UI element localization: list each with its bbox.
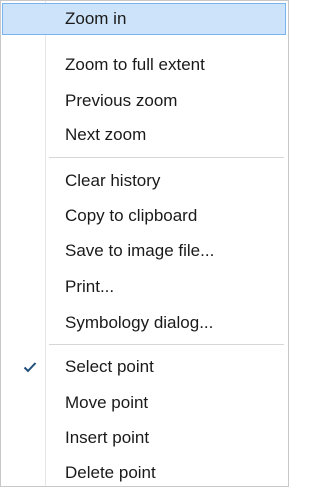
menu-item-label: Clear history [65, 171, 161, 190]
menu-item-label: Select point [65, 357, 154, 376]
menu-item-copy-to-clipboard[interactable]: Copy to clipboard [2, 200, 286, 232]
menu-item-label: Symbology dialog... [65, 313, 214, 332]
menu-item-label: Insert point [65, 428, 150, 447]
menu-item-label: Next zoom [65, 125, 147, 144]
menu-separator [49, 344, 284, 345]
menu-item-clear-history[interactable]: Clear history [2, 165, 286, 197]
menu-item-label: Save to image file... [65, 241, 215, 260]
menu-item-move-point[interactable]: Move point [2, 387, 286, 419]
menu-item-insert-point[interactable]: Insert point [2, 422, 286, 454]
menu-item-delete-point[interactable]: Delete point [2, 457, 286, 489]
menu-item-zoom-to-full-extent[interactable]: Zoom to full extent [2, 49, 286, 81]
menu-item-label: Delete point [65, 463, 156, 482]
context-menu: Zoom in Zoom to full extent Previous zoo… [0, 0, 289, 487]
menu-item-select-point[interactable]: Select point [2, 351, 286, 383]
menu-item-label: Zoom in [65, 9, 127, 28]
menu-item-zoom-in[interactable]: Zoom in [2, 3, 286, 35]
menu-item-symbology-dialog[interactable]: Symbology dialog... [2, 307, 286, 339]
menu-item-next-zoom[interactable]: Next zoom [2, 119, 286, 151]
menu-item-label: Previous zoom [65, 91, 178, 110]
menu-item-label: Print... [65, 277, 115, 296]
menu-separator [49, 157, 284, 158]
menu-item-previous-zoom[interactable]: Previous zoom [2, 85, 286, 117]
menu-item-label: Zoom to full extent [65, 55, 205, 74]
menu-item-save-to-image-file[interactable]: Save to image file... [2, 235, 286, 267]
menu-item-print[interactable]: Print... [2, 271, 286, 303]
menu-item-label: Move point [65, 393, 149, 412]
checkmark-icon [22, 351, 38, 382]
menu-item-label: Copy to clipboard [65, 206, 198, 225]
